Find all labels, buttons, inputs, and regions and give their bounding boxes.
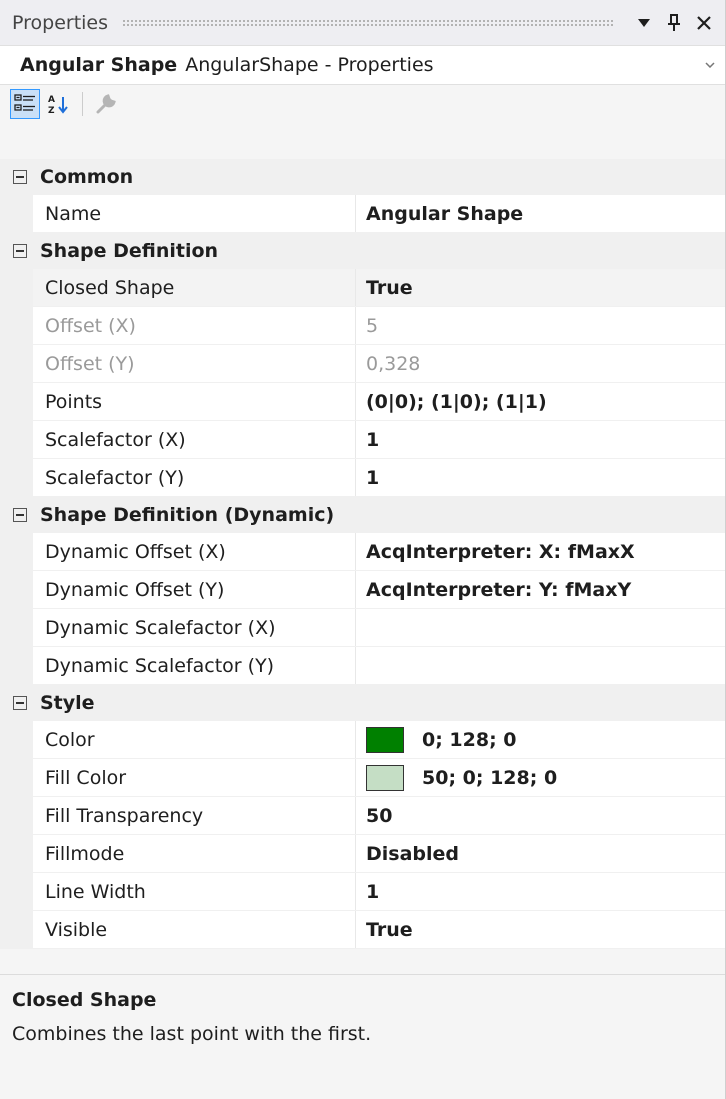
- property-row-offset-x[interactable]: Offset (X) 5: [0, 307, 725, 345]
- property-name: Offset (X): [33, 307, 356, 344]
- object-selector[interactable]: Angular Shape AngularShape - Properties: [0, 45, 725, 85]
- property-name: Color: [33, 721, 356, 758]
- property-name: Points: [33, 383, 356, 420]
- property-grid: Common Name Angular Shape Shape Definiti…: [0, 159, 725, 949]
- object-type: AngularShape - Properties: [185, 54, 434, 76]
- property-value[interactable]: AcqInterpreter: Y: fMaxY: [356, 571, 725, 608]
- category-title: Shape Definition: [40, 240, 219, 262]
- category-shape-definition-dynamic[interactable]: Shape Definition (Dynamic): [0, 497, 725, 533]
- property-value[interactable]: 50: [356, 797, 725, 834]
- property-name: Fillmode: [33, 835, 356, 872]
- property-row-name[interactable]: Name Angular Shape: [0, 195, 725, 233]
- property-row-dynamic-scalefactor-y[interactable]: Dynamic Scalefactor (Y): [0, 647, 725, 685]
- alphabetical-sort-icon[interactable]: A Z: [44, 89, 74, 119]
- property-value: 0,328: [366, 352, 421, 375]
- property-row-fillmode[interactable]: Fillmode Disabled: [0, 835, 725, 873]
- property-name: Visible: [33, 911, 356, 948]
- drag-grip[interactable]: [122, 18, 613, 27]
- chevron-down-icon[interactable]: [705, 60, 715, 71]
- property-row-color[interactable]: Color 0; 128; 0: [0, 721, 725, 759]
- property-name: Dynamic Scalefactor (Y): [33, 647, 356, 684]
- close-icon[interactable]: [691, 10, 717, 36]
- category-title: Common: [40, 166, 134, 188]
- property-row-offset-y[interactable]: Offset (Y) 0,328: [0, 345, 725, 383]
- collapse-icon[interactable]: [0, 170, 40, 184]
- property-row-points[interactable]: Points (0|0); (1|0); (1|1): [0, 383, 725, 421]
- description-title: Closed Shape: [12, 989, 157, 1011]
- property-row-scalefactor-y[interactable]: Scalefactor (Y) 1: [0, 459, 725, 497]
- property-name: Dynamic Scalefactor (X): [33, 609, 356, 646]
- color-value-text: 50; 0; 128; 0: [422, 766, 558, 789]
- property-name: Fill Color: [33, 759, 356, 796]
- pin-icon[interactable]: [661, 10, 687, 36]
- dropdown-icon[interactable]: [631, 10, 657, 36]
- property-name: Fill Transparency: [33, 797, 356, 834]
- category-common[interactable]: Common: [0, 159, 725, 195]
- property-name: Line Width: [33, 873, 356, 910]
- property-name: Dynamic Offset (Y): [33, 571, 356, 608]
- svg-text:A: A: [48, 95, 55, 105]
- property-value[interactable]: 0; 128; 0: [356, 721, 725, 758]
- property-value[interactable]: [356, 647, 725, 684]
- color-swatch[interactable]: [366, 726, 404, 753]
- property-name: Dynamic Offset (X): [33, 533, 356, 570]
- collapse-icon[interactable]: [0, 696, 40, 710]
- property-name: Scalefactor (X): [33, 421, 356, 458]
- property-name: Scalefactor (Y): [33, 459, 356, 496]
- window-title: Properties: [12, 11, 109, 34]
- toolbar-separator: [82, 92, 83, 116]
- svg-text:Z: Z: [48, 106, 55, 115]
- collapse-icon[interactable]: [0, 508, 40, 522]
- property-row-dynamic-scalefactor-x[interactable]: Dynamic Scalefactor (X): [0, 609, 725, 647]
- collapse-icon[interactable]: [0, 244, 40, 258]
- property-row-closed-shape[interactable]: Closed Shape True: [0, 269, 725, 307]
- property-row-scalefactor-x[interactable]: Scalefactor (X) 1: [0, 421, 725, 459]
- property-row-dynamic-offset-x[interactable]: Dynamic Offset (X) AcqInterpreter: X: fM…: [0, 533, 725, 571]
- property-value[interactable]: (0|0); (1|0); (1|1): [356, 383, 725, 420]
- color-value-text: 0; 128; 0: [422, 728, 517, 751]
- property-value[interactable]: True: [356, 269, 725, 306]
- property-row-fill-transparency[interactable]: Fill Transparency 50: [0, 797, 725, 835]
- category-style[interactable]: Style: [0, 685, 725, 721]
- toolbar: A Z: [0, 85, 725, 123]
- property-row-fill-color[interactable]: Fill Color 50; 0; 128; 0: [0, 759, 725, 797]
- object-name: Angular Shape: [20, 54, 178, 76]
- categorized-icon[interactable]: [10, 89, 40, 119]
- property-value[interactable]: Angular Shape: [356, 195, 725, 232]
- property-value: 5: [366, 314, 379, 337]
- property-name: Offset (Y): [33, 345, 356, 382]
- wrench-icon[interactable]: [91, 89, 121, 119]
- properties-window: Properties Angular Shape AngularShape - …: [0, 0, 726, 1099]
- category-title: Shape Definition (Dynamic): [40, 504, 335, 526]
- property-name: Name: [33, 195, 356, 232]
- title-bar[interactable]: Properties: [0, 0, 725, 45]
- property-name: Closed Shape: [33, 269, 356, 306]
- category-title: Style: [40, 692, 95, 714]
- property-value[interactable]: Disabled: [356, 835, 725, 872]
- property-row-dynamic-offset-y[interactable]: Dynamic Offset (Y) AcqInterpreter: Y: fM…: [0, 571, 725, 609]
- color-swatch[interactable]: [366, 764, 404, 791]
- property-value[interactable]: [356, 609, 725, 646]
- category-shape-definition[interactable]: Shape Definition: [0, 233, 725, 269]
- property-value[interactable]: 50; 0; 128; 0: [356, 759, 725, 796]
- property-value[interactable]: 1: [356, 459, 725, 496]
- property-value[interactable]: True: [356, 911, 725, 948]
- property-value[interactable]: 1: [356, 421, 725, 458]
- property-value[interactable]: 1: [356, 873, 725, 910]
- description-pane: Closed Shape Combines the last point wit…: [0, 974, 725, 1099]
- property-value[interactable]: AcqInterpreter: X: fMaxX: [356, 533, 725, 570]
- description-text: Combines the last point with the first.: [12, 1023, 372, 1045]
- property-row-line-width[interactable]: Line Width 1: [0, 873, 725, 911]
- property-row-visible[interactable]: Visible True: [0, 911, 725, 949]
